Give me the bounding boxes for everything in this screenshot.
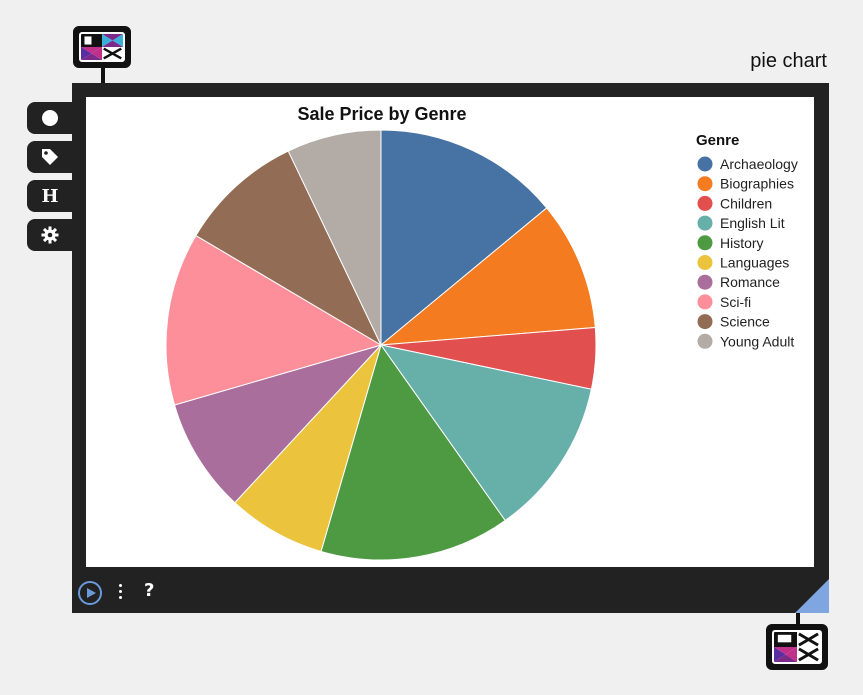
legend-swatch	[697, 195, 713, 211]
input-connector	[101, 68, 105, 84]
gear-icon	[41, 226, 59, 244]
legend-label: Children	[720, 195, 772, 211]
legend-swatch	[697, 314, 713, 330]
chart-frame: Sale Price by Genre Genre Archaeology Bio…	[72, 83, 829, 613]
pie-slices	[165, 129, 597, 561]
legend-title: Genre	[696, 132, 739, 149]
tag-tool-button[interactable]	[27, 141, 73, 173]
legend: Archaeology Biographies Children English Li…	[697, 156, 798, 349]
legend-label: Languages	[720, 255, 789, 271]
legend-swatch	[697, 274, 713, 290]
chart-title: Sale Price by Genre	[297, 104, 466, 124]
legend-swatch	[697, 215, 713, 231]
legend-label: Young Adult	[720, 333, 794, 349]
play-button[interactable]	[78, 581, 102, 605]
bottom-toolbar: ?	[72, 577, 829, 613]
tag-icon	[42, 149, 58, 165]
legend-swatch	[697, 156, 713, 172]
legend-swatch	[697, 176, 713, 192]
heading-icon: H	[41, 185, 59, 207]
chart-canvas: Sale Price by Genre Genre Archaeology Bio…	[86, 97, 814, 567]
legend-label: Sci-fi	[720, 294, 751, 310]
output-node-icon[interactable]	[766, 624, 828, 670]
resize-handle[interactable]	[795, 579, 829, 613]
frame-label: pie chart	[750, 50, 827, 72]
circle-icon	[42, 110, 58, 126]
help-button[interactable]: ?	[144, 580, 154, 601]
legend-label: Biographies	[720, 176, 794, 192]
pie-chart: Sale Price by Genre Genre Archaeology Bio…	[165, 104, 798, 561]
legend-label: Romance	[720, 274, 780, 290]
legend-swatch	[697, 294, 713, 310]
legend-swatch	[697, 255, 713, 270]
more-options-icon[interactable]	[116, 581, 124, 603]
circle-tool-button[interactable]	[27, 102, 73, 134]
header-tool-button[interactable]: H	[27, 180, 73, 212]
legend-swatch	[697, 333, 713, 349]
legend-label: History	[720, 235, 764, 251]
settings-tool-button[interactable]	[27, 219, 73, 251]
legend-label: Archaeology	[720, 156, 798, 172]
input-node-icon[interactable]	[73, 26, 131, 68]
legend-swatch	[697, 235, 713, 251]
side-toolbar: H	[27, 102, 73, 258]
legend-label: Science	[720, 314, 770, 330]
legend-label: English Lit	[720, 215, 785, 231]
